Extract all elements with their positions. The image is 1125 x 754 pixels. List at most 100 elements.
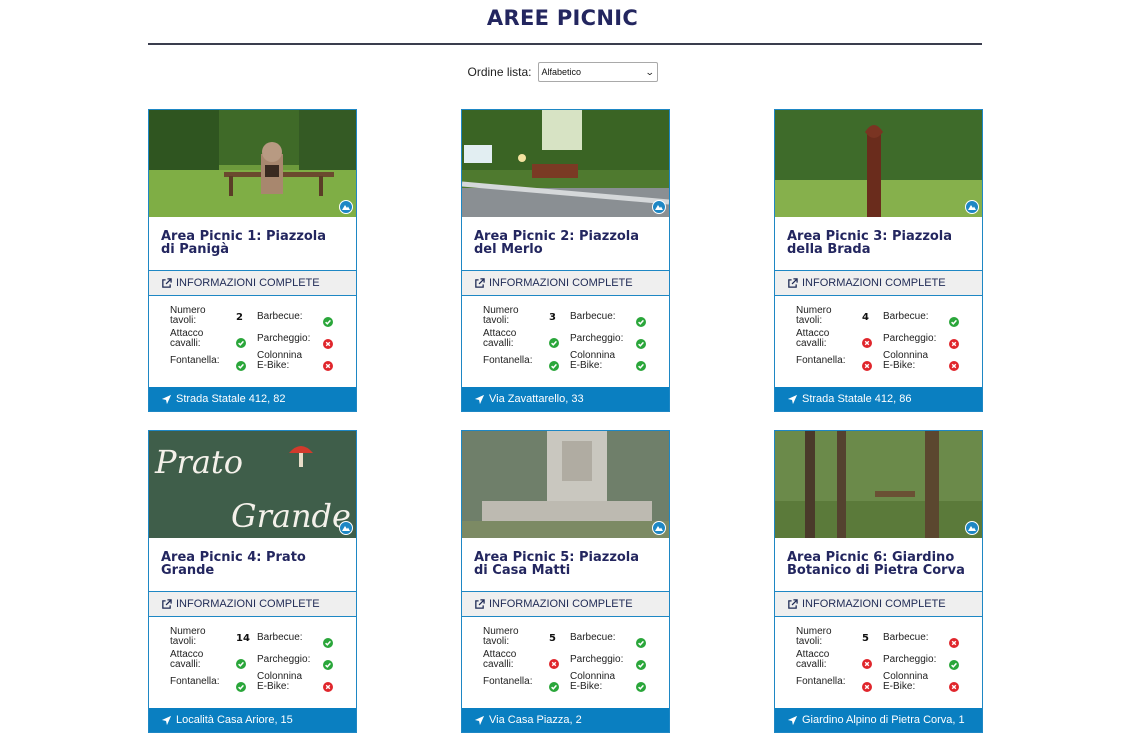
address-text: Via Zavattarello, 33 [489,393,584,405]
ebike-label: Colonnina E-Bike: [570,671,616,692]
picnic-card: Area Picnic 1: Piazzola di Panigà INFORM… [148,109,357,412]
parking-label: Parcheggio: [883,333,937,344]
external-link-icon [475,598,485,609]
facilities-grid: Numero tavoli: 2 Attacco cavalli: Fontan… [170,306,350,386]
full-info-label: INFORMAZIONI COMPLETE [176,598,320,610]
fountain-label: Fontanella: [170,676,220,687]
picnic-card: Area Picnic 5: Piazzola di Casa Matti IN… [461,430,670,733]
card-photo[interactable] [149,110,356,217]
address-bar[interactable]: Località Casa Ariore, 15 [149,708,356,732]
full-info-label: INFORMAZIONI COMPLETE [802,598,946,610]
barbecue-status-check-icon [636,633,646,648]
card-title[interactable]: Area Picnic 6: Giardino Botanico di Piet… [775,538,982,591]
sort-select[interactable]: Alfabetico ⌄ [537,62,658,82]
parking-status-check-icon [323,655,333,670]
card-title[interactable]: Area Picnic 1: Piazzola di Panigà [149,217,356,270]
title-divider [148,43,982,45]
location-arrow-icon [787,394,798,404]
mountain-logo-icon [652,200,666,214]
barbecue-label: Barbecue: [883,632,929,643]
address-bar[interactable]: Via Casa Piazza, 2 [462,708,669,732]
mountain-logo-icon [339,521,353,535]
ebike-status-cross-icon [949,677,959,692]
tables-count: 14 [236,633,250,644]
card-photo[interactable] [462,431,669,538]
ebike-label: Colonnina E-Bike: [257,350,303,371]
parking-label: Parcheggio: [570,333,624,344]
card-title[interactable]: Area Picnic 2: Piazzola del Merlo [462,217,669,270]
fountain-status-check-icon [549,677,559,692]
barbecue-label: Barbecue: [883,311,929,322]
external-link-icon [475,277,485,288]
card-photo[interactable] [775,431,982,538]
address-bar[interactable]: Strada Statale 412, 82 [149,387,356,411]
location-arrow-icon [161,394,172,404]
sort-control: Ordine lista: Alfabetico ⌄ [0,62,1125,82]
barbecue-label: Barbecue: [570,632,616,643]
fountain-label: Fontanella: [796,676,846,687]
parking-status-cross-icon [323,334,333,349]
mountain-logo-icon [965,200,979,214]
ebike-status-check-icon [636,677,646,692]
full-info-link[interactable]: INFORMAZIONI COMPLETE [462,591,669,617]
picnic-photo: Prato Grande [149,431,356,538]
ebike-label: Colonnina E-Bike: [570,350,616,371]
facilities-grid: Numero tavoli: 5 Attacco cavalli: Fontan… [483,627,663,707]
tables-label: Numero tavoli: [796,626,832,647]
ebike-label: Colonnina E-Bike: [883,350,929,371]
sort-selected-value: Alfabetico [541,67,582,77]
horses-status-check-icon [236,654,246,669]
mountain-logo-icon [652,521,666,535]
parking-status-cross-icon [949,334,959,349]
horses-status-check-icon [549,333,559,348]
fountain-label: Fontanella: [483,355,533,366]
full-info-label: INFORMAZIONI COMPLETE [802,277,946,289]
card-photo[interactable] [775,110,982,217]
parking-status-check-icon [636,655,646,670]
picnic-card: Area Picnic 2: Piazzola del Merlo INFORM… [461,109,670,412]
full-info-link[interactable]: INFORMAZIONI COMPLETE [775,591,982,617]
address-bar[interactable]: Giardino Alpino di Pietra Corva, 1 [775,708,982,732]
horses-label: Attacco cavalli: [483,649,517,670]
parking-status-check-icon [949,655,959,670]
picnic-card: Area Picnic 3: Piazzola della Brada INFO… [774,109,983,412]
horses-label: Attacco cavalli: [796,649,830,670]
barbecue-status-cross-icon [949,633,959,648]
svg-text:Prato: Prato [154,443,243,481]
location-arrow-icon [161,715,172,725]
horses-label: Attacco cavalli: [170,649,204,670]
card-photo[interactable]: Prato Grande [149,431,356,538]
full-info-link[interactable]: INFORMAZIONI COMPLETE [149,591,356,617]
tables-label: Numero tavoli: [483,626,519,647]
picnic-card: Area Picnic 6: Giardino Botanico di Piet… [774,430,983,733]
address-bar[interactable]: Via Zavattarello, 33 [462,387,669,411]
external-link-icon [788,598,798,609]
ebike-label: Colonnina E-Bike: [883,671,929,692]
parking-status-check-icon [636,334,646,349]
address-bar[interactable]: Strada Statale 412, 86 [775,387,982,411]
picnic-card: Prato Grande Area Picnic 4: Prato Grande … [148,430,357,733]
tables-count: 5 [862,633,869,644]
parking-label: Parcheggio: [883,654,937,665]
card-photo[interactable] [462,110,669,217]
full-info-link[interactable]: INFORMAZIONI COMPLETE [462,270,669,296]
fountain-status-check-icon [236,677,246,692]
full-info-link[interactable]: INFORMAZIONI COMPLETE [775,270,982,296]
ebike-status-cross-icon [949,356,959,371]
address-text: Giardino Alpino di Pietra Corva, 1 [802,714,965,726]
horses-status-cross-icon [549,654,559,669]
location-arrow-icon [474,715,485,725]
svg-text:Grande: Grande [231,497,351,535]
address-text: Località Casa Ariore, 15 [176,714,293,726]
ebike-label: Colonnina E-Bike: [257,671,303,692]
card-title[interactable]: Area Picnic 5: Piazzola di Casa Matti [462,538,669,591]
facilities-grid: Numero tavoli: 14 Attacco cavalli: Fonta… [170,627,350,707]
fountain-status-cross-icon [862,677,872,692]
card-title[interactable]: Area Picnic 3: Piazzola della Brada [775,217,982,270]
external-link-icon [788,277,798,288]
full-info-link[interactable]: INFORMAZIONI COMPLETE [149,270,356,296]
card-title[interactable]: Area Picnic 4: Prato Grande [149,538,356,591]
parking-label: Parcheggio: [570,654,624,665]
tables-label: Numero tavoli: [170,626,206,647]
facilities-grid: Numero tavoli: 5 Attacco cavalli: Fontan… [796,627,976,707]
